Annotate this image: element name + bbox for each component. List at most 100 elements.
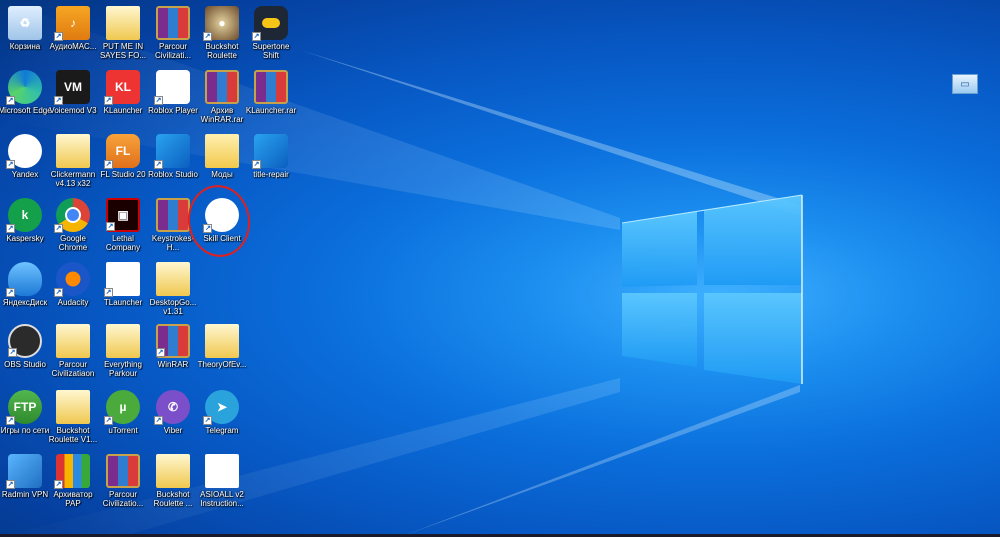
desktop-icon-label: Моды	[211, 170, 233, 179]
desktop-icon[interactable]: DesktopGo... v1.31	[146, 260, 200, 324]
desktop-icon-label: Yandex	[11, 170, 39, 179]
desktop-icon-label: DesktopGo... v1.31	[149, 298, 197, 316]
desktop-icon[interactable]: ↗ Google Chrome	[46, 196, 100, 260]
desktop-icon[interactable]: TheoryOfEv...	[195, 322, 249, 386]
desktop-icon-label: Viber	[163, 426, 183, 435]
windows-logo	[621, 194, 803, 384]
desktop-icon[interactable]: ↗ ЯндексДиск	[0, 260, 52, 324]
desktop-icon[interactable]: Parcour Civilizatio...	[96, 452, 150, 516]
desktop-icon[interactable]: Parcour Civilizatiaon	[46, 322, 100, 386]
desktop-icon[interactable]: ↗ title-repair	[244, 132, 298, 196]
desktop-icon[interactable]: Everything Parkour	[96, 322, 150, 386]
icon-glyph: VM	[64, 80, 82, 94]
fl-studio-icon: FL ↗	[104, 134, 140, 169]
shortcut-arrow-icon: ↗	[104, 288, 113, 297]
shortcut-arrow-icon: ↗	[8, 348, 17, 357]
shortcut-arrow-icon: ↗	[154, 160, 163, 169]
desktop-icon[interactable]: ● ↗ Buckshot Roulette	[195, 4, 249, 68]
shortcut-arrow-icon: ↗	[104, 96, 113, 105]
telegram-icon: ➤ ↗	[203, 390, 239, 425]
desktop-icon-label: Supertone Shift	[252, 42, 290, 60]
icon-glyph: ✆	[167, 400, 179, 414]
desktop-icon[interactable]: ✆ ↗ Viber	[146, 388, 200, 452]
radmin-vpn-icon: ↗	[6, 454, 42, 489]
desktop-icon[interactable]: KLauncher.rar	[244, 68, 298, 132]
desktop-icon[interactable]: ↗ WinRAR	[146, 322, 200, 386]
desktop-icon[interactable]: k ↗ Kaspersky	[0, 196, 52, 260]
desktop-icon-label: Audacity	[57, 298, 89, 307]
icon-glyph: ➤	[216, 400, 228, 414]
desktop-icon[interactable]: Buckshot Roulette ...	[146, 452, 200, 516]
icon-glyph: µ	[119, 400, 127, 414]
desktop-icon-label: Roblox Studio	[148, 170, 198, 179]
desktop-icon[interactable]: VM ↗ Voicemod V3	[46, 68, 100, 132]
desktop-icon[interactable]: ♻ Корзина	[0, 4, 52, 68]
floating-app-window-icon[interactable]: ▭	[952, 74, 978, 94]
desktop-icon[interactable]: PDF ASIOALL v2 Instruction...	[195, 452, 249, 516]
supertone-icon: ↗	[252, 6, 288, 41]
shortcut-arrow-icon: ↗	[203, 32, 212, 41]
desktop-icon[interactable]: FL ↗ FL Studio 20	[96, 132, 150, 196]
edge-icon: ↗	[6, 70, 42, 105]
desktop-icon[interactable]: ↗ TLauncher	[96, 260, 150, 324]
desktop-icon-label: Корзина	[9, 42, 41, 51]
shortcut-arrow-icon: ↗	[154, 96, 163, 105]
klauncher-icon: KL ↗	[104, 70, 140, 105]
desktop-icon-label: Kaspersky	[6, 234, 44, 243]
desktop-icon[interactable]: Parcour Civilizati...	[146, 4, 200, 68]
roblox-studio-icon: ↗	[154, 134, 190, 169]
folder-icon	[156, 262, 190, 296]
winrar-icon	[156, 6, 190, 40]
desktop-icon-label: ASIOALL v2 Instruction...	[200, 490, 244, 508]
desktop-icon[interactable]: KL ↗ KLauncher	[96, 68, 150, 132]
desktop-icon-label: Архив WinRAR.rar	[200, 106, 244, 124]
shortcut-arrow-icon: ↗	[106, 222, 115, 231]
desktop-icon[interactable]: µ ↗ uTorrent	[96, 388, 150, 452]
desktop-icon[interactable]: ↗ Roblox Studio	[146, 132, 200, 196]
ftp-icon: FTP ↗	[6, 390, 42, 425]
buckshot-icon: ● ↗	[203, 6, 239, 41]
desktop-icon[interactable]: Y ↗ Yandex	[0, 132, 52, 196]
desktop-icon-label: KLauncher.rar	[245, 106, 297, 115]
shortcut-arrow-icon: ↗	[6, 224, 15, 233]
desktop-icon-label: Roblox Player	[148, 106, 198, 115]
recycle-bin-icon: ♻	[8, 6, 42, 40]
shortcut-arrow-icon: ↗	[54, 224, 63, 233]
shortcut-arrow-icon: ↗	[54, 480, 63, 489]
desktop-icon-label: Parcour Civilizatio...	[102, 490, 144, 508]
desktop-icon[interactable]: ▣ ↗ Lethal Company	[96, 196, 150, 260]
shortcut-arrow-icon: ↗	[6, 160, 15, 169]
desktop-icon-label: Telegram	[205, 426, 239, 435]
desktop-icon-label: FL Studio 20	[100, 170, 146, 179]
icon-glyph: FTP	[13, 400, 37, 414]
desktop-icon[interactable]: PUT ME IN SAYES FO...	[96, 4, 150, 68]
desktop-icon[interactable]: Архив WinRAR.rar	[195, 68, 249, 132]
desktop-icon-label: TheoryOfEv...	[197, 360, 247, 369]
desktop-icon[interactable]: ↗ OBS Studio	[0, 322, 52, 386]
icon-glyph: ♻	[19, 16, 31, 30]
folder-icon	[56, 324, 90, 358]
desktop-icon-label: ЯндексДиск	[2, 298, 48, 307]
desktop-icon[interactable]: ↗ Microsoft Edge	[0, 68, 52, 132]
winrar-icon	[156, 198, 190, 232]
shortcut-arrow-icon: ↗	[104, 416, 113, 425]
desktop-icon[interactable]: ➤ ↗ Telegram	[195, 388, 249, 452]
desktop-icon-label: Buckshot Roulette V1...	[48, 426, 98, 444]
folder-icon	[56, 134, 90, 168]
desktop-icon[interactable]: FTP ↗ Игры по сети	[0, 388, 52, 452]
desktop-icon-label: Lethal Company	[105, 234, 141, 252]
desktop-icon-label: Clickermann v4.13 x32	[50, 170, 96, 188]
desktop-icon[interactable]: ↗ Архиватор PAP	[46, 452, 100, 516]
desktop-icon[interactable]: Buckshot Roulette V1...	[46, 388, 100, 452]
folder-icon	[205, 134, 239, 168]
icon-glyph: Y	[20, 144, 29, 158]
shortcut-arrow-icon: ↗	[6, 288, 15, 297]
desktop-icon-label: Everything Parkour	[104, 360, 142, 378]
desktop-icon[interactable]: ↗ Roblox Player	[146, 68, 200, 132]
desktop-icon[interactable]: ↗ Radmin VPN	[0, 452, 52, 516]
desktop-icon[interactable]: Clickermann v4.13 x32	[46, 132, 100, 196]
desktop-icon[interactable]: ♪ ↗ АудиоМАС...	[46, 4, 100, 68]
desktop-icon[interactable]: ↗ Supertone Shift	[244, 4, 298, 68]
trumpet-icon: ♪ ↗	[54, 6, 90, 41]
desktop-icon[interactable]: ↗ Audacity	[46, 260, 100, 324]
